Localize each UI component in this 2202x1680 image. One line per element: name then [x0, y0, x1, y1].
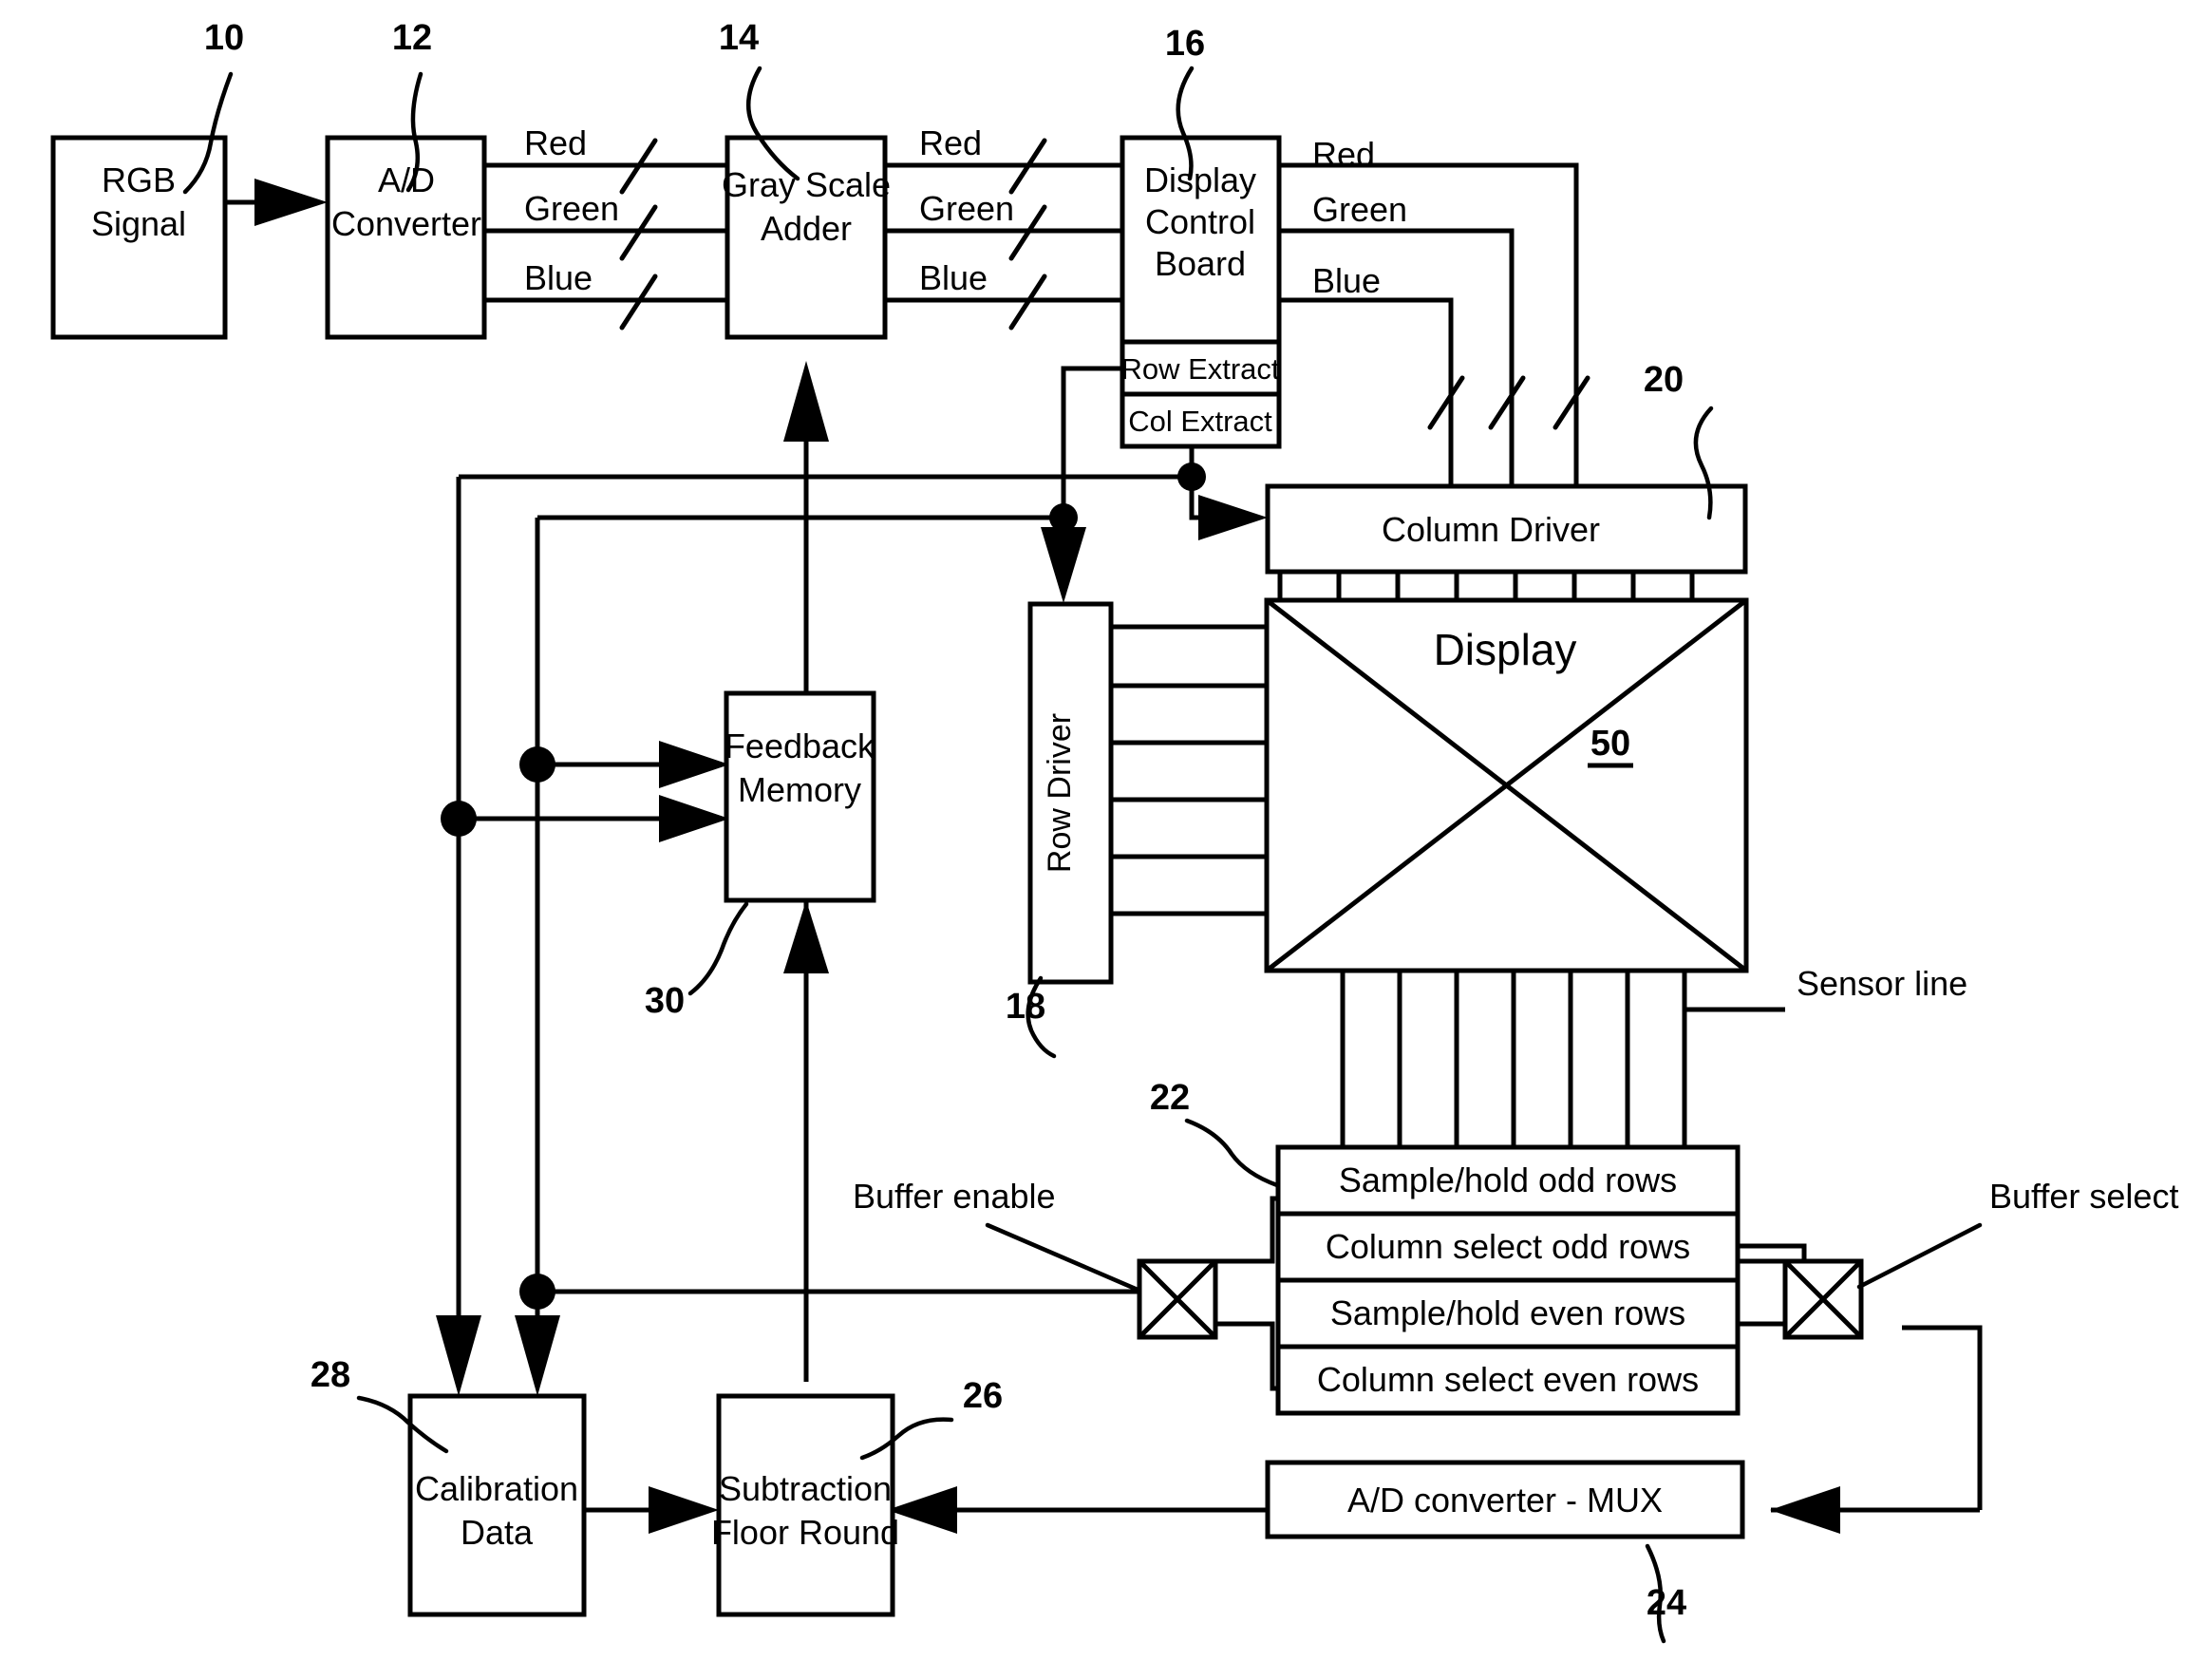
leader-22 — [1184, 1118, 1280, 1188]
signal-label-dcb-blue: Blue — [1312, 261, 1381, 300]
ref-numeral-14: 14 — [719, 18, 759, 58]
block-label-fbm-line1: Feedback — [725, 727, 875, 765]
bus-slash-dcb-green — [1488, 375, 1526, 430]
signal-label-adc-green: Green — [524, 189, 619, 228]
signal-label-gsa-red: Red — [919, 123, 982, 162]
ref-numeral-16: 16 — [1165, 24, 1205, 64]
figure-canvas: RGB Signal A/D Converter Gray Scale Adde… — [0, 0, 2202, 1680]
signal-label-gsa-blue: Blue — [919, 258, 988, 297]
block-label-display: Display — [1434, 625, 1577, 674]
signal-label-dcb-green: Green — [1312, 190, 1407, 229]
arrowhead-bus-upper-to-calibration — [436, 1315, 481, 1396]
arrowhead-colextract-to-columndriver — [1198, 495, 1268, 540]
block-label-gsa-line2: Adder — [761, 209, 852, 248]
block-label-column-driver: Column Driver — [1382, 510, 1600, 549]
junction-dot-fbm-lower — [441, 801, 477, 837]
arrowhead-fbm-lower — [659, 795, 729, 842]
block-label-calibration-line2: Data — [461, 1513, 534, 1552]
ref-numeral-18: 18 — [1006, 987, 1045, 1027]
block-label-gsa-line1: Gray Scale — [722, 165, 891, 204]
arrowhead-into-mux — [1770, 1486, 1840, 1534]
block-label-rgb-line2: Signal — [91, 204, 186, 243]
bus-slash-dcb-blue — [1427, 375, 1465, 430]
ref-numeral-10: 10 — [204, 18, 244, 58]
leader-30 — [687, 901, 749, 996]
block-label-adc-line1: A/D — [378, 160, 435, 199]
signal-label-dcb-red: Red — [1312, 135, 1375, 174]
block-label-row-extract: Row Extract — [1120, 352, 1279, 386]
block-label-calibration-line1: Calibration — [415, 1469, 578, 1508]
annotation-buffer-select: Buffer select — [1989, 1177, 2178, 1216]
junction-dot-fbm-upper — [519, 746, 555, 783]
arrowhead-rowextract-to-rowdriver — [1041, 527, 1086, 603]
block-label-subtraction-line2: Floor Round — [711, 1513, 899, 1552]
comb-display-to-samplehold — [1340, 972, 1687, 1147]
wire-dcb-blue — [1279, 297, 1454, 499]
arrowhead-rgb-to-adc — [254, 179, 328, 226]
arrowhead-calibration-to-subtraction — [649, 1486, 719, 1534]
block-label-row-driver: Row Driver — [1042, 713, 1078, 873]
block-label-fbm-line2: Memory — [738, 770, 861, 809]
wire-bufenable-top — [1198, 1196, 1278, 1264]
block-label-subtraction-line1: Subtraction — [719, 1469, 892, 1508]
arrowhead-subtraction-to-gsa — [783, 361, 829, 442]
annotation-buffer-enable: Buffer enable — [853, 1177, 1056, 1216]
block-label-ad-mux: A/D converter - MUX — [1347, 1481, 1663, 1520]
ref-numeral-30: 30 — [645, 981, 685, 1021]
arrowhead-fbm-upper — [659, 741, 729, 788]
block-label-dcb-line3: Board — [1155, 244, 1246, 283]
ref-numeral-20: 20 — [1644, 360, 1684, 400]
leader-buffer-enable — [985, 1222, 1140, 1293]
block-label-sample-hold-even: Sample/hold even rows — [1330, 1293, 1685, 1332]
ref-numeral-28: 28 — [311, 1355, 350, 1395]
display-ref-50: 50 — [1590, 724, 1630, 764]
block-label-sample-hold-odd: Sample/hold odd rows — [1339, 1161, 1677, 1199]
signal-label-adc-red: Red — [524, 123, 587, 162]
block-label-dcb-line2: Control — [1145, 202, 1255, 241]
annotation-sensor-line: Sensor line — [1797, 964, 1967, 1003]
block-label-rgb-line1: RGB — [102, 160, 176, 199]
block-label-column-select-even: Column select even rows — [1317, 1360, 1699, 1399]
bus-slash-dcb-red — [1553, 375, 1590, 430]
arrowhead-subtraction-to-fbm — [783, 900, 829, 973]
ref-numeral-22: 22 — [1150, 1078, 1190, 1118]
block-diagram: RGB Signal A/D Converter Gray Scale Adde… — [50, 18, 2178, 1644]
ref-numeral-26: 26 — [963, 1376, 1003, 1416]
leader-buffer-select — [1856, 1222, 1983, 1290]
block-label-dcb-line1: Display — [1144, 160, 1256, 199]
comb-columndriver-to-display — [1277, 568, 1695, 605]
block-label-col-extract: Col Extract — [1128, 405, 1272, 438]
wire-rowextract-left — [1061, 366, 1120, 518]
block-label-adc-line2: Converter — [331, 204, 481, 243]
block-label-column-select-odd: Column select odd rows — [1326, 1227, 1690, 1266]
signal-label-adc-blue: Blue — [524, 258, 593, 297]
wire-buffer-select-return — [1902, 1325, 1983, 1510]
comb-rowdriver-to-display — [1107, 624, 1270, 916]
arrowhead-bus-lower-to-calibration — [515, 1315, 560, 1396]
ref-numeral-12: 12 — [392, 18, 432, 58]
ref-numeral-24: 24 — [1647, 1583, 1686, 1623]
signal-label-gsa-green: Green — [919, 189, 1014, 228]
